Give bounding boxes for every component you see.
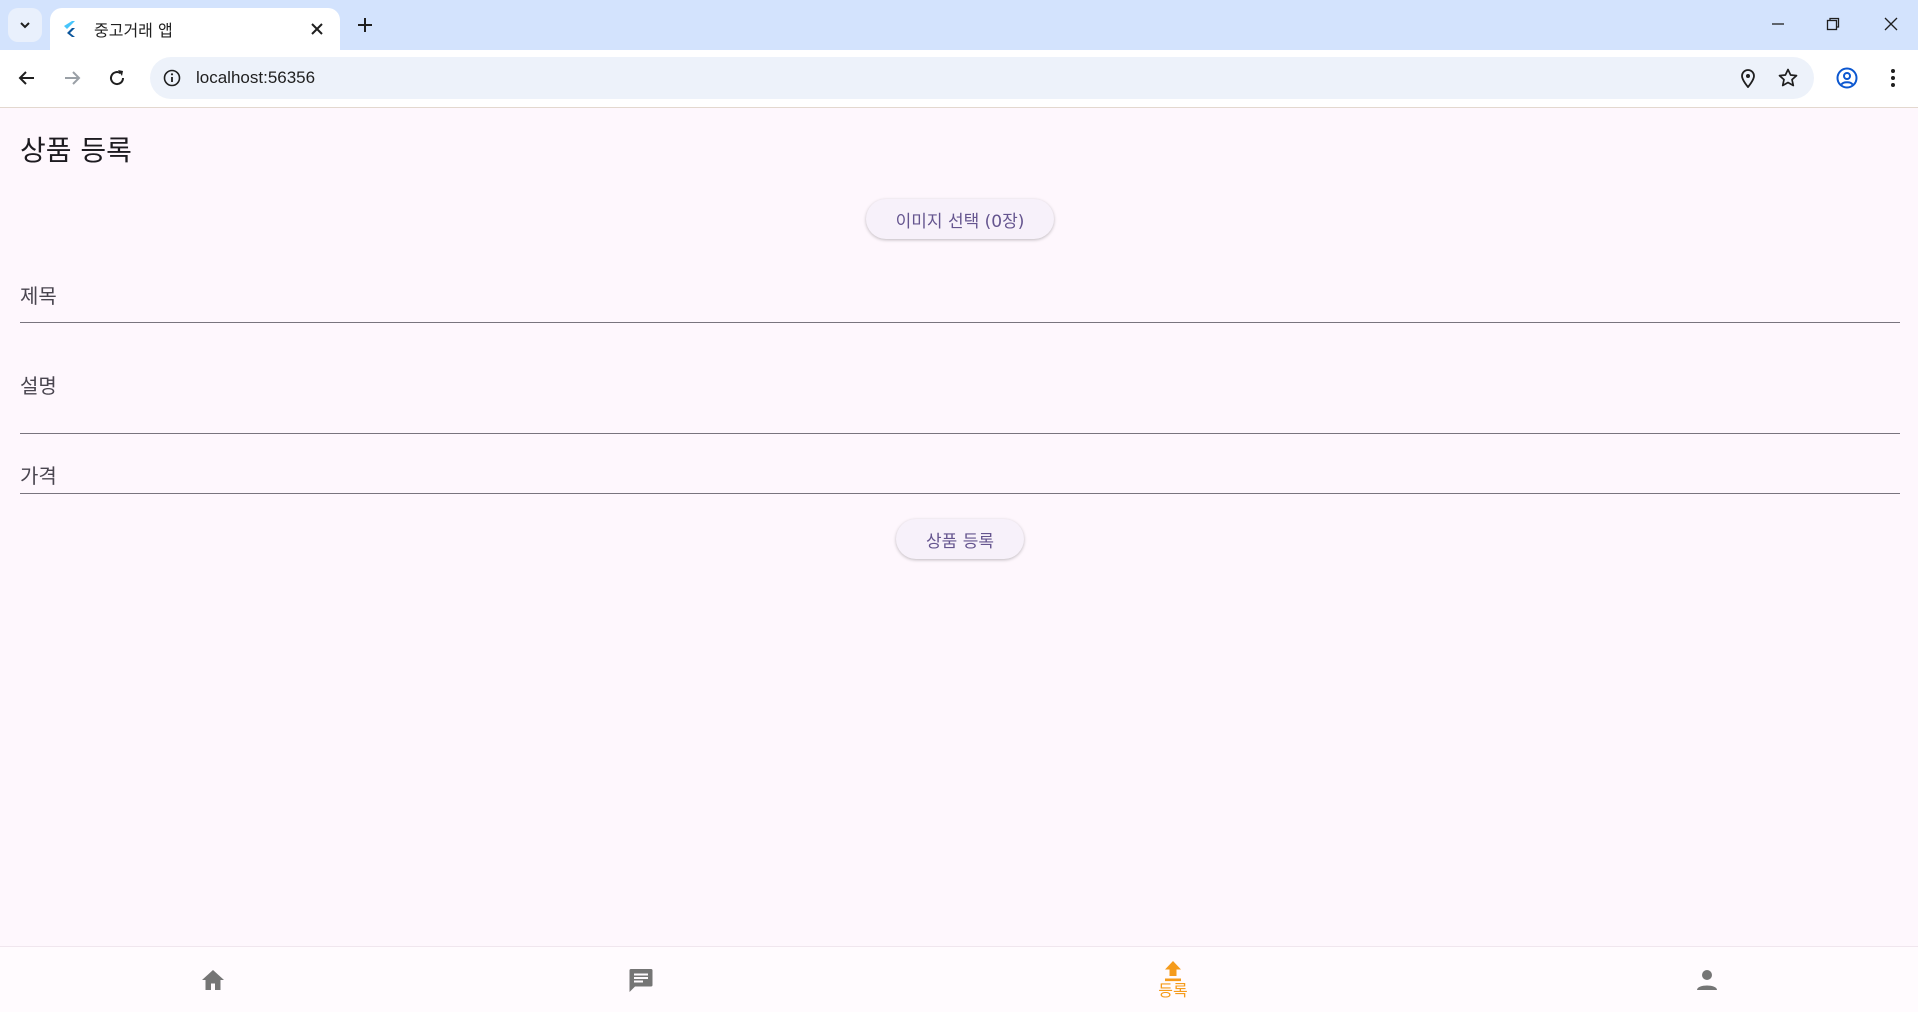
tab-close-icon[interactable] (306, 18, 328, 40)
arrow-right-icon (65, 71, 81, 85)
url-text: localhost:56356 (196, 68, 316, 87)
back-button[interactable] (9, 60, 45, 96)
select-image-button[interactable]: 이미지 선택 (0장) (866, 199, 1054, 239)
page-title: 상품 등록 (20, 134, 132, 167)
close-icon (1884, 17, 1898, 31)
reload-button[interactable] (99, 60, 135, 96)
description-field[interactable]: 설명 (20, 360, 1900, 434)
chevron-down-icon (20, 22, 30, 29)
nav-home[interactable] (192, 947, 234, 1012)
new-tab-button[interactable] (350, 10, 380, 40)
restore-button[interactable] (1810, 6, 1856, 42)
bottom-navigation: 등록 (0, 946, 1918, 1012)
reload-icon (110, 70, 125, 86)
site-info-icon[interactable] (160, 66, 184, 90)
title-field-label: 제목 (20, 284, 57, 308)
price-field-underline (20, 493, 1900, 494)
bookmark-star-icon[interactable] (1776, 66, 1800, 90)
location-icon[interactable] (1736, 66, 1760, 90)
description-field-label: 설명 (20, 374, 57, 398)
chat-icon (629, 969, 653, 992)
forward-button[interactable] (54, 60, 90, 96)
minimize-button[interactable] (1755, 6, 1801, 42)
upload-icon (1165, 961, 1181, 982)
tab-title: 중고거래 앱 (94, 21, 173, 40)
flutter-icon (64, 21, 80, 37)
title-field[interactable]: 제목 (20, 270, 1900, 323)
restore-icon (1826, 17, 1840, 31)
browser-tab[interactable]: 중고거래 앱 (50, 8, 340, 50)
nav-register-label: 등록 (1158, 981, 1188, 1000)
nav-profile[interactable] (1686, 947, 1728, 1012)
arrow-left-icon (18, 71, 34, 85)
close-window-button[interactable] (1868, 6, 1914, 42)
profile-icon[interactable] (1833, 64, 1861, 92)
browser-toolbar: localhost:56356 (0, 50, 1918, 108)
price-field[interactable]: 가격 (20, 450, 1900, 494)
person-icon (1697, 970, 1717, 990)
minimize-icon (1772, 23, 1784, 25)
nav-register[interactable]: 등록 (1148, 947, 1198, 1012)
app-content: 상품 등록 이미지 선택 (0장) 제목 설명 가격 상품 등록 (0, 108, 1918, 1012)
price-field-label: 가격 (20, 464, 57, 488)
nav-chat[interactable] (620, 947, 662, 1012)
submit-product-button[interactable]: 상품 등록 (896, 519, 1024, 559)
plus-icon (358, 18, 372, 32)
home-icon (202, 970, 224, 990)
tab-search-button[interactable] (8, 8, 42, 42)
more-menu-icon[interactable] (1879, 64, 1907, 92)
description-field-underline (20, 433, 1900, 434)
title-field-underline (20, 322, 1900, 323)
browser-tab-strip: 중고거래 앱 (0, 0, 1918, 50)
address-bar[interactable]: localhost:56356 (150, 57, 1814, 99)
